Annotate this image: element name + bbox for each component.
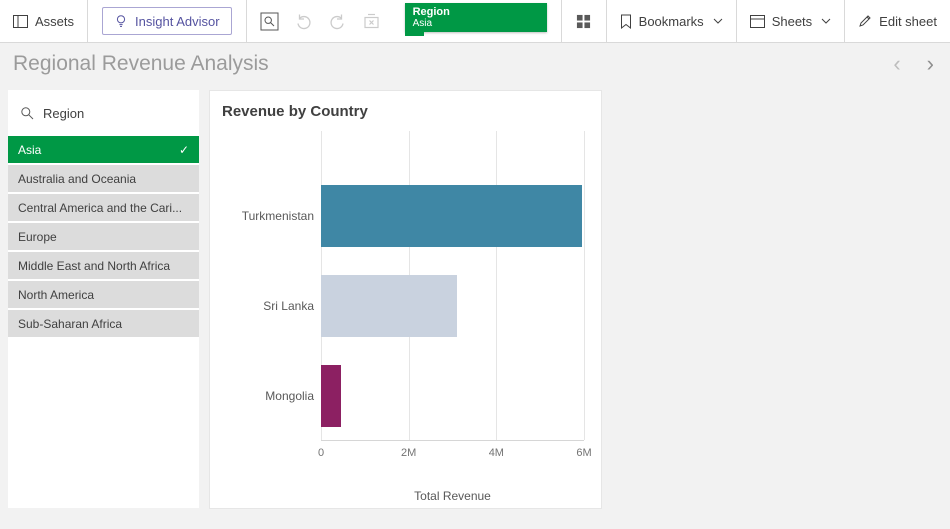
step-forward-button <box>321 0 355 42</box>
undo-arrow-icon <box>295 13 312 30</box>
sheet-title-bar: Regional Revenue Analysis ‹ › <box>0 43 950 84</box>
bar-category-label: Sri Lanka <box>210 299 321 313</box>
chart-title: Revenue by Country <box>210 91 601 120</box>
bar-track <box>321 365 584 427</box>
list-item-label: North America <box>18 288 94 302</box>
bar-row: Sri Lanka <box>210 261 584 351</box>
bar-chart: Turkmenistan Sri Lanka Mongolia <box>210 131 601 441</box>
bookmarks-button[interactable]: Bookmarks <box>607 0 736 42</box>
bar-turkmenistan[interactable] <box>321 185 582 247</box>
selections-tool-button[interactable] <box>253 0 287 42</box>
bar-sri-lanka[interactable] <box>321 275 457 337</box>
list-item-central-america[interactable]: Central America and the Cari... <box>8 194 199 221</box>
assets-label: Assets <box>35 14 74 29</box>
bar-track <box>321 185 584 247</box>
x-tick-label: 4M <box>489 447 504 459</box>
sheet-navigation: ‹ › <box>893 53 950 75</box>
edit-sheet-label: Edit sheet <box>879 14 937 29</box>
check-icon: ✓ <box>179 143 189 157</box>
assets-button[interactable]: Assets <box>0 0 87 42</box>
list-item-australia-and-oceania[interactable]: Australia and Oceania <box>8 165 199 192</box>
insight-advisor-button[interactable]: Insight Advisor <box>102 7 232 35</box>
x-tick-label: 6M <box>576 447 591 459</box>
clear-selections-icon <box>363 13 380 30</box>
list-item-asia[interactable]: Asia ✓ <box>8 136 199 163</box>
bar-category-label: Mongolia <box>210 389 321 403</box>
list-item-label: Australia and Oceania <box>18 172 136 186</box>
selection-chip-region[interactable]: Region Asia <box>405 3 547 36</box>
bar-rows: Turkmenistan Sri Lanka Mongolia <box>210 131 584 441</box>
bar-track <box>321 275 584 337</box>
x-axis-ticks: 02M4M6M <box>321 447 584 462</box>
toolbar-right-group: Bookmarks Sheets Edit <box>561 0 950 42</box>
clear-selections-button <box>355 0 389 42</box>
bookmarks-label: Bookmarks <box>639 14 704 29</box>
list-item-sub-saharan-africa[interactable]: Sub-Saharan Africa <box>8 310 199 337</box>
divider <box>87 0 88 42</box>
previous-sheet-button[interactable]: ‹ <box>893 53 900 75</box>
list-item-north-america[interactable]: North America <box>8 281 199 308</box>
edit-sheet-button[interactable]: Edit sheet <box>845 0 950 42</box>
divider <box>246 0 247 42</box>
x-tick-label: 2M <box>401 447 416 459</box>
list-item-label: Central America and the Cari... <box>18 201 182 215</box>
sheets-icon <box>750 15 765 28</box>
list-item-label: Sub-Saharan Africa <box>18 317 122 331</box>
selection-chip-body: Region Asia <box>405 3 547 32</box>
revenue-by-country-panel: Revenue by Country Turkmenistan Sri Lanka… <box>209 90 602 509</box>
region-list: Asia ✓ Australia and Oceania Central Ame… <box>8 136 199 337</box>
region-filter-panel: Region Asia ✓ Australia and Oceania Cent… <box>8 90 199 508</box>
sheets-button[interactable]: Sheets <box>737 0 844 42</box>
chevron-down-icon <box>821 18 831 24</box>
selections-search-icon <box>260 12 279 31</box>
list-item-middle-east-north-africa[interactable]: Middle East and North Africa <box>8 252 199 279</box>
list-item-europe[interactable]: Europe <box>8 223 199 250</box>
bookmark-icon <box>620 14 632 29</box>
chevron-down-icon <box>713 18 723 24</box>
qlik-app-window: Assets Insight Advisor <box>0 0 950 529</box>
search-icon[interactable] <box>20 106 34 120</box>
filter-field-title: Region <box>43 106 84 121</box>
selection-field-name: Region <box>413 6 539 18</box>
next-sheet-button[interactable]: › <box>927 53 934 75</box>
selection-ratio-track <box>405 32 547 36</box>
assets-panel-icon <box>13 15 28 28</box>
sheets-label: Sheets <box>772 14 812 29</box>
toolbar: Assets Insight Advisor <box>0 0 950 43</box>
list-item-label: Asia <box>18 143 41 157</box>
bar-category-label: Turkmenistan <box>210 209 321 223</box>
grid-icon <box>576 14 591 29</box>
step-back-button <box>287 0 321 42</box>
bar-row: Turkmenistan <box>210 171 584 261</box>
selection-value: Asia <box>413 18 539 30</box>
filter-header: Region <box>8 90 199 136</box>
selection-ratio-fill <box>405 32 425 36</box>
lightbulb-icon <box>114 14 128 28</box>
gridline <box>584 131 585 440</box>
x-tick-label: 0 <box>318 447 324 459</box>
bar-row: Mongolia <box>210 351 584 441</box>
sheet-title: Regional Revenue Analysis <box>13 52 893 76</box>
insight-advisor-label: Insight Advisor <box>135 14 220 29</box>
pencil-icon <box>858 14 872 28</box>
bar-mongolia[interactable] <box>321 365 341 427</box>
app-overview-button[interactable] <box>562 0 606 42</box>
list-item-label: Middle East and North Africa <box>18 259 170 273</box>
redo-arrow-icon <box>329 13 346 30</box>
list-item-label: Europe <box>18 230 57 244</box>
x-axis-title: Total Revenue <box>321 489 584 503</box>
